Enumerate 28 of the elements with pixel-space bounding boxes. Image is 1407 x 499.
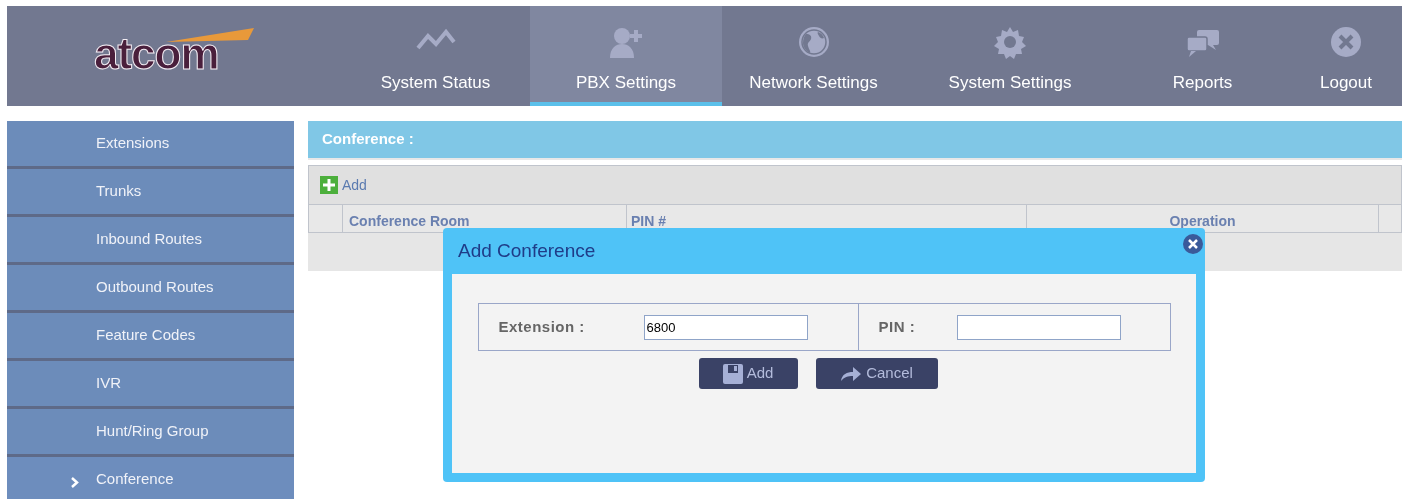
- add-button[interactable]: Add: [698, 358, 798, 389]
- forward-arrow-icon: [840, 365, 863, 382]
- field-label: PIN :: [878, 316, 917, 337]
- nav-tab[interactable]: Reports: [1115, 6, 1290, 106]
- panel-title: Conference :: [322, 129, 414, 150]
- add-link[interactable]: Add: [320, 174, 367, 196]
- sidebar-item[interactable]: Extensions: [7, 121, 294, 169]
- nav-tab[interactable]: Logout: [1290, 6, 1402, 106]
- chevron-right-icon: [71, 477, 79, 488]
- sidebar-item[interactable]: IVR: [7, 361, 294, 409]
- nav-tab[interactable]: System Settings: [905, 6, 1115, 106]
- cancel-button[interactable]: Cancel: [815, 358, 938, 389]
- sidebar-item[interactable]: Trunks: [7, 169, 294, 217]
- input-field[interactable]: [956, 314, 1121, 340]
- nav-tab[interactable]: System Status: [341, 6, 530, 106]
- dialog-title: Add Conference: [458, 238, 596, 263]
- plus-icon: [320, 176, 338, 194]
- sidebar-item[interactable]: Hunt/Ring Group: [7, 409, 294, 457]
- sidebar-item[interactable]: Conference: [7, 457, 294, 499]
- close-icon[interactable]: [1183, 234, 1203, 254]
- nav-tab[interactable]: PBX Settings: [530, 6, 722, 106]
- sidebar-item[interactable]: Outbound Routes: [7, 265, 294, 313]
- nav-tab[interactable]: Network Settings: [722, 6, 905, 106]
- atcom-logo: atcom: [94, 26, 254, 74]
- field-label: Extension :: [498, 316, 586, 337]
- sidebar-item[interactable]: Inbound Routes: [7, 217, 294, 265]
- input-field[interactable]: 6800: [643, 314, 808, 340]
- sidebar-item[interactable]: Feature Codes: [7, 313, 294, 361]
